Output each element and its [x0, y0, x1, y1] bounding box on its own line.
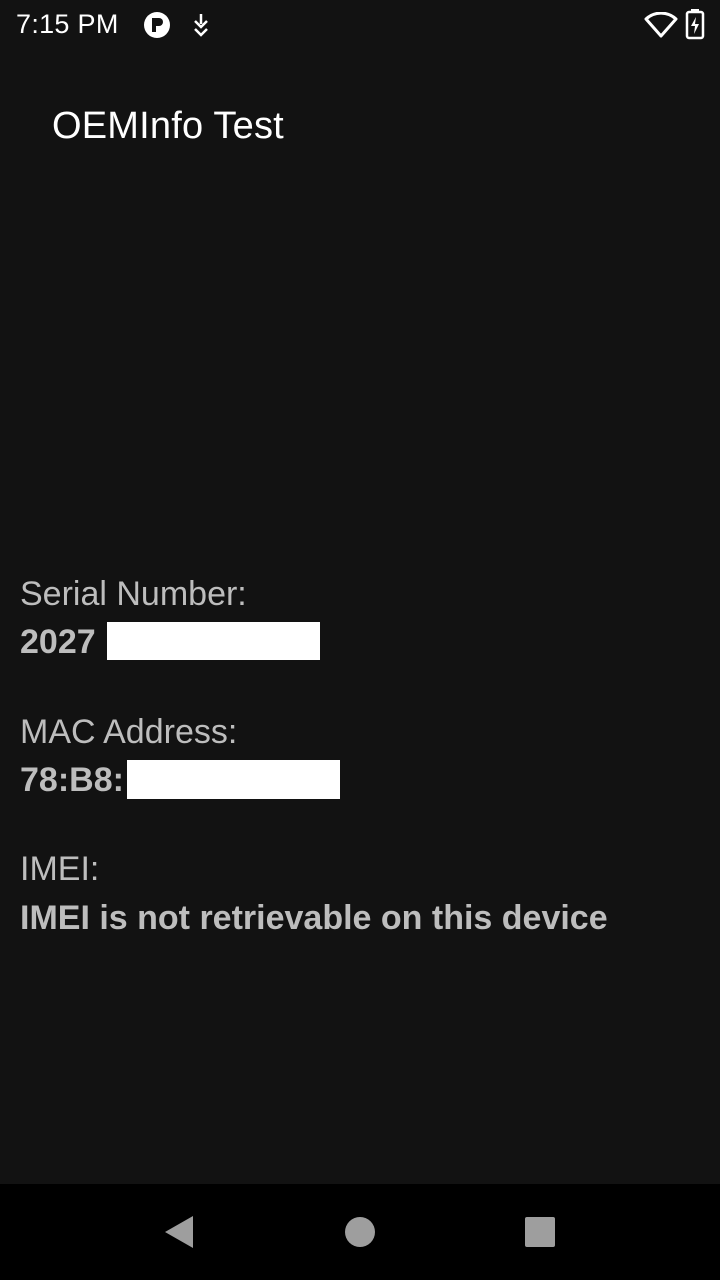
back-icon[interactable] [162, 1214, 196, 1255]
app-title: OEMInfo Test [52, 105, 284, 147]
home-icon[interactable] [344, 1216, 376, 1253]
mac-address-label: MAC Address: [20, 713, 238, 751]
serial-number-label: Serial Number: [20, 575, 247, 613]
mac-address-value: 78:B8: [20, 761, 124, 799]
wifi-icon [644, 11, 678, 43]
app-notification-icon [142, 10, 172, 45]
serial-number-value: 2027 [20, 623, 96, 661]
screen: 7:15 PM OEMInfo Test Serial Number: 2027… [0, 0, 720, 1280]
serial-number-redaction [107, 622, 320, 660]
battery-charging-icon [685, 8, 705, 45]
navigation-bar [0, 1184, 720, 1280]
recents-icon[interactable] [524, 1216, 556, 1253]
download-notification-icon [190, 12, 212, 43]
status-bar: 7:15 PM [0, 0, 720, 48]
mac-address-redaction [127, 760, 340, 799]
imei-value: IMEI is not retrievable on this device [20, 899, 608, 937]
imei-label: IMEI: [20, 850, 100, 888]
status-time: 7:15 PM [16, 9, 119, 39]
